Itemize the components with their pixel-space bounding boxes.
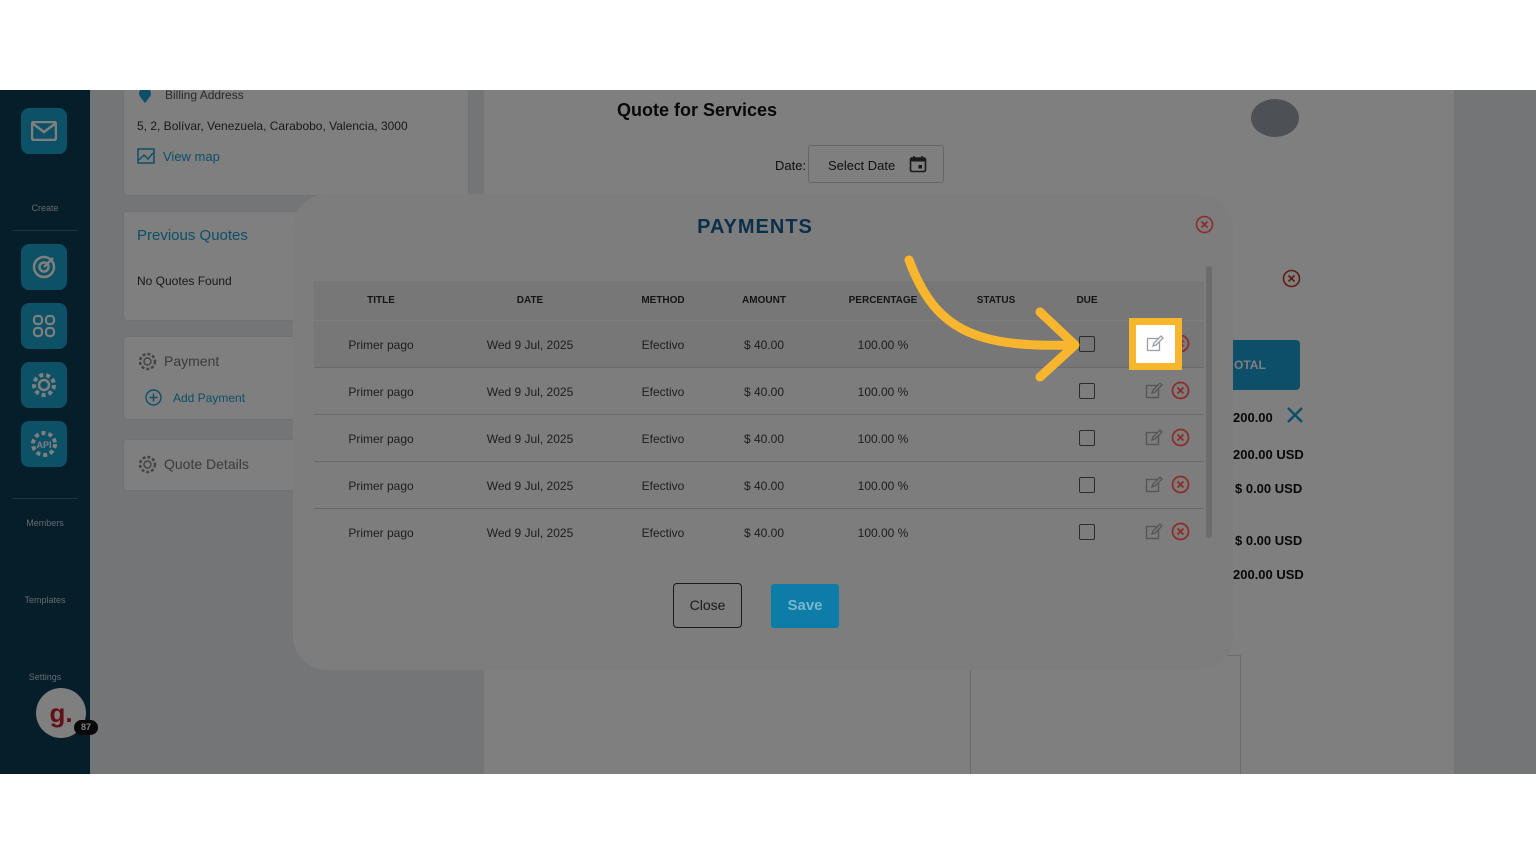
- cell-title: Primer pago: [348, 526, 414, 540]
- scrollbar[interactable]: [1206, 266, 1212, 538]
- edit-icon[interactable]: [1146, 335, 1164, 353]
- cell-method: Efectivo: [641, 479, 685, 493]
- cell-percentage: 100.00 %: [857, 432, 909, 446]
- delete-icon[interactable]: [1171, 381, 1190, 400]
- cell-date: Wed 9 Jul, 2025: [486, 385, 574, 399]
- cell-method: Efectivo: [641, 526, 685, 540]
- cell-amount: $ 40.00: [743, 479, 785, 493]
- cell-title: Primer pago: [348, 385, 414, 399]
- cell-method: Efectivo: [641, 338, 685, 352]
- cell-date: Wed 9 Jul, 2025: [486, 338, 574, 352]
- table-row: Primer pago Wed 9 Jul, 2025 Efectivo $ 4…: [314, 462, 1204, 509]
- cell-percentage: 100.00 %: [857, 526, 909, 540]
- cell-date: Wed 9 Jul, 2025: [486, 432, 574, 446]
- column-header-amount: AMOUNT: [742, 295, 786, 306]
- delete-icon[interactable]: [1171, 522, 1190, 541]
- cell-method: Efectivo: [641, 385, 685, 399]
- due-checkbox[interactable]: [1079, 477, 1095, 493]
- cell-method: Efectivo: [641, 432, 685, 446]
- cell-date: Wed 9 Jul, 2025: [486, 479, 574, 493]
- edit-icon[interactable]: [1145, 476, 1163, 494]
- modal-title: PAYMENTS: [697, 216, 813, 238]
- edit-button-highlighted[interactable]: [1136, 325, 1175, 363]
- close-button[interactable]: Close: [673, 583, 742, 628]
- edit-icon[interactable]: [1145, 382, 1163, 400]
- cell-amount: $ 40.00: [743, 385, 785, 399]
- cell-title: Primer pago: [348, 338, 414, 352]
- due-checkbox[interactable]: [1079, 524, 1095, 540]
- delete-icon[interactable]: [1171, 428, 1190, 447]
- column-header-title: TITLE: [367, 295, 395, 306]
- save-button[interactable]: Save: [771, 584, 839, 628]
- column-header-method: METHOD: [641, 295, 685, 306]
- cell-amount: $ 40.00: [743, 432, 785, 446]
- pointer-arrow-icon: [904, 255, 1080, 382]
- cell-date: Wed 9 Jul, 2025: [486, 526, 574, 540]
- delete-icon[interactable]: [1171, 475, 1190, 494]
- close-icon[interactable]: [1195, 215, 1214, 234]
- edit-icon[interactable]: [1145, 429, 1163, 447]
- cell-title: Primer pago: [348, 479, 414, 493]
- column-header-date: DATE: [516, 295, 544, 306]
- cell-amount: $ 40.00: [743, 526, 785, 540]
- cell-amount: $ 40.00: [743, 338, 785, 352]
- edit-icon[interactable]: [1145, 523, 1163, 541]
- due-checkbox[interactable]: [1079, 430, 1095, 446]
- table-row: Primer pago Wed 9 Jul, 2025 Efectivo $ 4…: [314, 415, 1204, 462]
- table-row: Primer pago Wed 9 Jul, 2025 Efectivo $ 4…: [314, 509, 1204, 556]
- cell-title: Primer pago: [348, 432, 414, 446]
- cell-percentage: 100.00 %: [857, 479, 909, 493]
